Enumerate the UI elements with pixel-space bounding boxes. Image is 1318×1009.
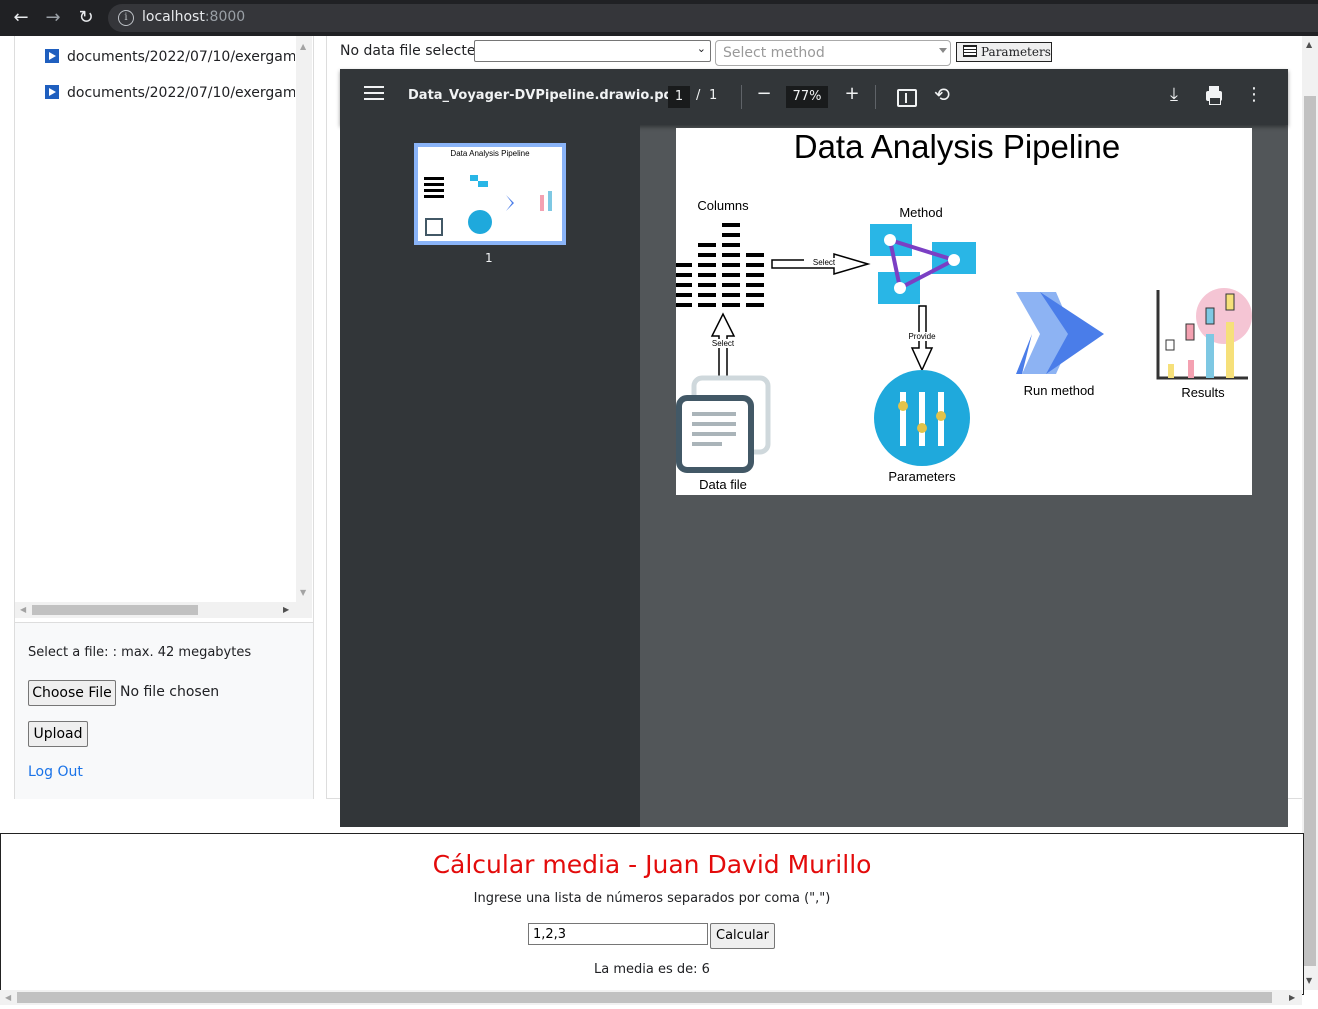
calculator-result: La media es de: 6	[594, 962, 710, 977]
provide-label: Provide	[902, 332, 942, 341]
toolbar-divider	[875, 85, 876, 109]
data-file-icon	[676, 375, 771, 473]
data-file-label: No data file selected	[340, 43, 485, 59]
results-icon	[1156, 288, 1252, 380]
page-horizontal-scrollbar[interactable]: ◀ ▶	[0, 990, 1302, 1005]
page-thumbnail[interactable]: Data Analysis Pipeline	[414, 143, 566, 245]
page-separator: /	[696, 88, 701, 103]
thumbnail-page-number: 1	[485, 251, 493, 265]
scroll-up-icon[interactable]: ▲	[1306, 40, 1312, 49]
file-icon	[45, 85, 59, 99]
tree-horizontal-scrollbar[interactable]: ◀ ▶	[15, 602, 312, 618]
upload-form: Select a file: : max. 42 megabytes Choos…	[15, 622, 313, 799]
browser-toolbar: ← → ↻ i localhost:8000	[0, 0, 1318, 36]
chevron-down-icon: ⌄	[696, 42, 706, 55]
choose-file-button[interactable]: Choose File	[28, 680, 116, 706]
parameters-icon	[874, 370, 970, 466]
fit-page-icon[interactable]	[897, 89, 917, 107]
data-file-select[interactable]: ⌄	[474, 40, 711, 62]
scroll-thumb[interactable]	[1304, 96, 1316, 966]
page-vertical-scrollbar[interactable]: ▲ ▼	[1302, 36, 1318, 990]
menu-icon[interactable]	[364, 86, 384, 100]
info-icon[interactable]: i	[118, 10, 134, 26]
rotate-icon[interactable]: ⟲	[931, 84, 953, 106]
file-tree-item[interactable]: documents/2022/07/10/exergaming	[45, 85, 295, 101]
pdf-viewer: Data_Voyager-DVPipeline.drawio.pdf 1 / 1…	[340, 69, 1288, 827]
scroll-down-icon[interactable]: ▼	[300, 588, 306, 597]
file-chosen-status: No file chosen	[120, 684, 220, 700]
logout-link[interactable]: Log Out	[28, 764, 83, 780]
dropdown-arrow-icon	[939, 48, 947, 53]
download-icon[interactable]: ⤓	[1164, 84, 1184, 105]
select-vertical-label: Select	[704, 339, 742, 348]
method-label: Method	[899, 205, 943, 220]
scroll-thumb[interactable]	[17, 992, 1272, 1003]
scroll-left-icon[interactable]: ◀	[20, 605, 26, 614]
parameters-label: Parameters	[888, 469, 956, 484]
method-select[interactable]: Select method	[715, 40, 951, 66]
scroll-up-icon[interactable]: ▲	[300, 42, 306, 51]
calculator-instructions: Ingrese una lista de números separados p…	[473, 891, 831, 906]
tree-vertical-scrollbar[interactable]: ▲ ▼	[296, 36, 312, 602]
scroll-down-icon[interactable]: ▼	[1306, 976, 1312, 985]
zoom-level-input[interactable]: 77%	[786, 86, 828, 108]
zoom-out-icon[interactable]: −	[754, 83, 774, 104]
select-arrow-label: Select	[804, 258, 844, 267]
thumbnail-sidebar: Data Analysis Pipeline 1	[340, 125, 640, 827]
pdf-filename: Data_Voyager-DVPipeline.drawio.pdf	[408, 88, 679, 103]
method-icon	[870, 224, 976, 304]
file-tree-item[interactable]: documents/2022/07/10/exergaming	[45, 49, 295, 65]
calculator-title: Cálcular media - Juan David Murillo	[432, 850, 872, 879]
columns-icon	[676, 223, 764, 307]
calculate-button[interactable]: Calcular	[710, 923, 775, 949]
list-icon	[963, 45, 977, 57]
address-bar[interactable]: i localhost:8000	[108, 4, 1318, 32]
file-sidebar: documents/2022/07/10/exergaming document…	[14, 36, 314, 799]
zoom-in-icon[interactable]: +	[842, 83, 862, 104]
columns-label: Columns	[697, 198, 749, 213]
upload-hint: Select a file: : max. 42 megabytes	[28, 645, 252, 660]
pdf-toolbar: Data_Voyager-DVPipeline.drawio.pdf 1 / 1…	[340, 69, 1288, 125]
results-label: Results	[1181, 385, 1225, 400]
scroll-left-icon[interactable]: ◀	[5, 993, 11, 1002]
pipeline-diagram	[676, 223, 1252, 473]
scroll-right-icon[interactable]: ▶	[1289, 993, 1295, 1002]
url-text: localhost:8000	[142, 9, 246, 25]
print-icon[interactable]	[1206, 86, 1222, 105]
reload-icon[interactable]: ↻	[76, 8, 96, 28]
run-method-icon	[1016, 292, 1104, 374]
forward-icon[interactable]: →	[43, 8, 63, 28]
file-icon	[45, 49, 59, 63]
thumbnail-diagram	[424, 175, 552, 236]
run-method-label: Run method	[1023, 383, 1095, 398]
page-total: 1	[709, 88, 718, 103]
data-file-label: Data file	[699, 477, 747, 492]
parameters-button[interactable]: Parameters	[956, 42, 1052, 62]
back-icon[interactable]: ←	[11, 8, 31, 28]
page-number-input[interactable]: 1	[668, 86, 690, 108]
numbers-input[interactable]	[528, 923, 708, 945]
calculator-panel: Cálcular media - Juan David Murillo Ingr…	[0, 833, 1304, 995]
toolbar-divider	[741, 85, 742, 109]
scroll-thumb[interactable]	[32, 605, 198, 615]
pdf-page: Data Analysis Pipeline Columns Method Se…	[676, 128, 1252, 495]
scroll-right-icon[interactable]: ▶	[283, 605, 289, 614]
upload-button[interactable]: Upload	[28, 721, 88, 747]
more-options-icon[interactable]: ⋮	[1244, 84, 1264, 105]
thumbnail-preview: Data Analysis Pipeline	[418, 147, 562, 241]
method-select-placeholder: Select method	[723, 45, 825, 61]
